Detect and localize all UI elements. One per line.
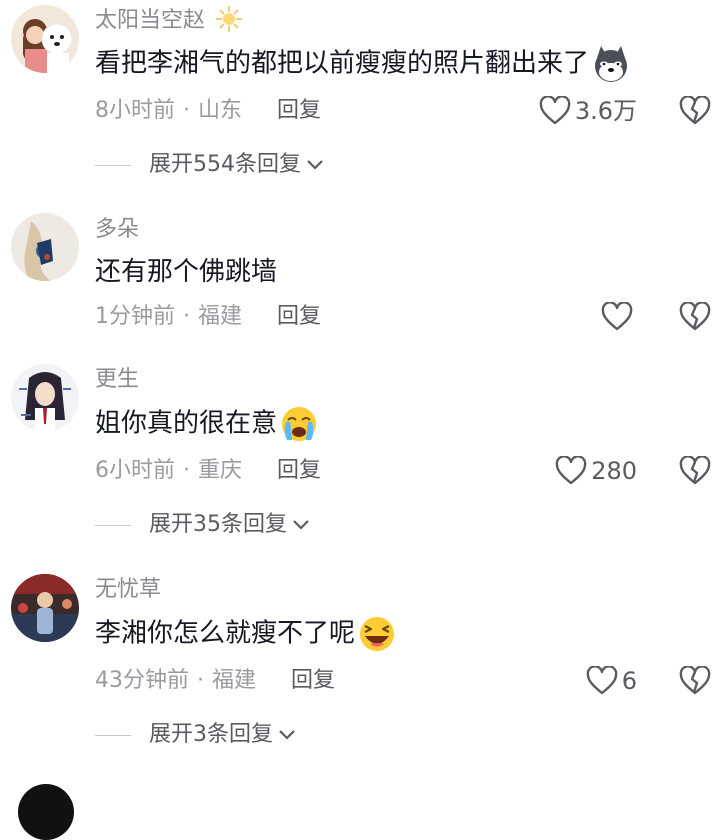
comment-time: 1分钟前 <box>95 304 175 329</box>
like-count: 280 <box>591 457 637 485</box>
comment-location: 福建 <box>198 304 243 329</box>
heart-icon <box>539 96 571 125</box>
comment-text: 还有那个佛跳墙 <box>95 257 278 287</box>
divider-line <box>95 164 131 166</box>
reply-button[interactable]: 回复 <box>277 458 321 483</box>
broken-heart-icon[interactable] <box>679 666 711 696</box>
comment-username[interactable]: 多朵 <box>95 216 139 244</box>
broken-heart-icon[interactable] <box>679 302 711 332</box>
like-count: 6 <box>621 667 637 695</box>
sun-badge-icon <box>216 6 243 32</box>
comment-time: 8小时前 <box>95 98 175 123</box>
comment-time: 6小时前 <box>95 458 175 483</box>
chevron-down-icon <box>279 730 295 740</box>
crying-face-emoji <box>282 407 317 441</box>
chevron-down-icon <box>293 520 309 530</box>
husky-dog-emoji <box>595 46 628 82</box>
comment-meta: 8小时前 · 山东 回复 <box>95 98 322 123</box>
heart-icon <box>601 302 633 331</box>
chevron-down-icon <box>307 160 323 170</box>
comment-username[interactable]: 更生 <box>95 366 139 394</box>
comment-location: 山东 <box>198 98 243 123</box>
comment-username[interactable]: 太阳当空赵 <box>95 6 243 35</box>
divider-line <box>95 734 131 736</box>
comment-meta: 43分钟前 · 福建 回复 <box>95 668 336 693</box>
comment-text: 姐你真的很在意 <box>95 404 319 444</box>
comment-location: 福建 <box>212 668 257 693</box>
avatar[interactable] <box>11 574 79 642</box>
avatar[interactable] <box>11 5 79 73</box>
heart-icon <box>555 456 587 485</box>
like-button[interactable] <box>601 302 637 332</box>
comment-username[interactable]: 无忧草 <box>95 576 161 604</box>
reply-button[interactable]: 回复 <box>277 98 321 123</box>
like-button[interactable]: 3.6万 <box>539 96 637 126</box>
expand-replies-button[interactable]: 展开35条回复 <box>95 511 311 539</box>
comment-text: 看把李湘气的都把以前瘦瘦的照片翻出来了 <box>95 44 631 84</box>
comment-meta: 6小时前 · 重庆 回复 <box>95 458 322 483</box>
like-button[interactable]: 6 <box>586 666 637 696</box>
reply-button[interactable]: 回复 <box>291 668 335 693</box>
expand-replies-button[interactable]: 展开554条回复 <box>95 151 325 179</box>
comment-text: 李湘你怎么就瘦不了呢 <box>95 614 397 654</box>
avatar[interactable] <box>18 784 74 840</box>
divider-line <box>95 524 131 526</box>
broken-heart-icon[interactable] <box>679 456 711 486</box>
heart-icon <box>586 666 618 695</box>
like-button[interactable]: 280 <box>555 456 637 486</box>
avatar[interactable] <box>11 213 79 281</box>
comment-meta: 1分钟前 · 福建 回复 <box>95 304 322 329</box>
avatar[interactable] <box>11 364 79 432</box>
comment-location: 重庆 <box>198 458 243 483</box>
reply-button[interactable]: 回复 <box>277 304 321 329</box>
broken-heart-icon[interactable] <box>679 96 711 126</box>
laughing-face-emoji <box>360 617 395 651</box>
like-count: 3.6万 <box>574 97 637 125</box>
comment-time: 43分钟前 <box>95 668 189 693</box>
expand-replies-button[interactable]: 展开3条回复 <box>95 721 297 749</box>
